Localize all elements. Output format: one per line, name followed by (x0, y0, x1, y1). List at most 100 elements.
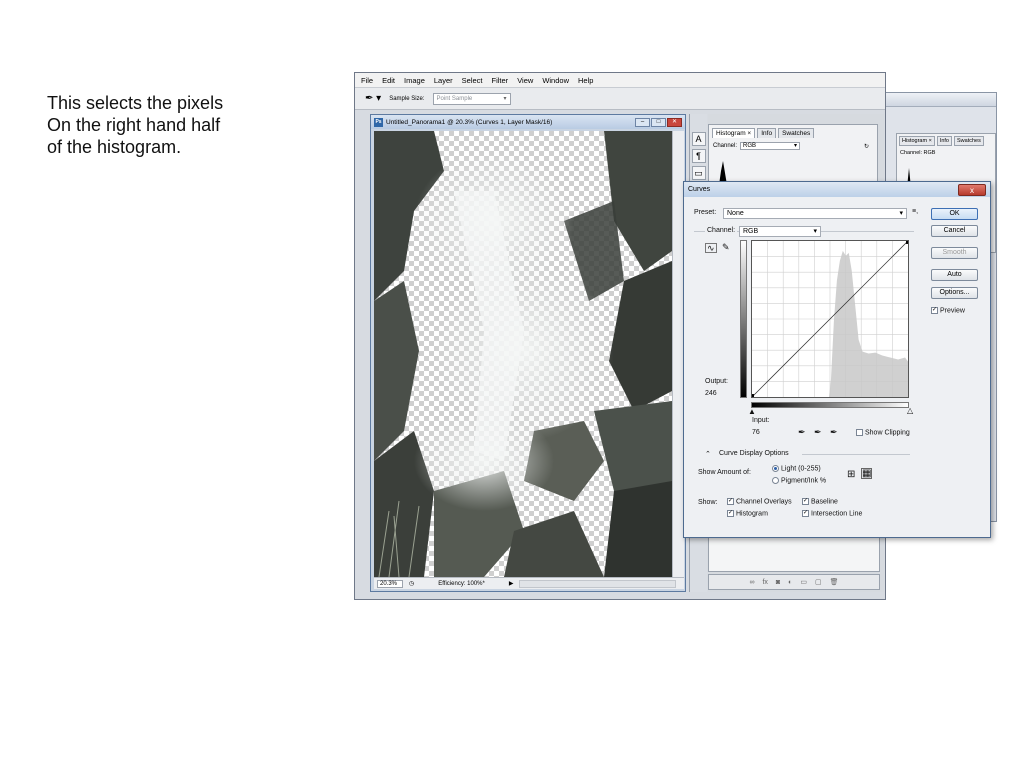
smooth-button[interactable]: Smooth (931, 247, 978, 259)
histogram-panel: Histogram × Info Swatches Channel: RGB ↻ (708, 124, 878, 185)
document-titlebar[interactable]: Ps Untitled_Panorama1 @ 20.3% (Curves 1,… (371, 115, 685, 129)
curves-channel-select[interactable]: RGB ▾ (739, 226, 821, 237)
zoom-field[interactable]: 20.3% (377, 579, 403, 588)
checkmark-icon: ✓ (727, 510, 734, 517)
photoshop-doc-icon: Ps (374, 117, 383, 127)
minimize-button[interactable]: – (635, 117, 650, 127)
intersection-line-label: Intersection Line (811, 510, 863, 518)
display-options-label: Curve Display Options (719, 450, 789, 457)
document-status-bar: 20.3% ◷ Efficiency: 100%* ▶ (374, 577, 684, 589)
collapse-toggle-icon[interactable]: ⌃ (705, 450, 711, 458)
white-point-slider-icon[interactable]: △ (907, 406, 913, 415)
mask-icon[interactable]: ◙ (776, 579, 780, 586)
curves-graph[interactable] (751, 240, 909, 398)
light-option-label: Light (0-255) (781, 465, 821, 473)
menu-view[interactable]: View (517, 76, 533, 85)
menu-image[interactable]: Image (404, 76, 425, 85)
input-label: Input: (752, 417, 770, 424)
waterfall-image (374, 131, 672, 577)
paragraph-panel-icon[interactable]: ¶ (691, 149, 706, 163)
checkbox-icon (856, 429, 863, 436)
channel-select[interactable]: RGB (740, 142, 801, 150)
menu-layer[interactable]: Layer (434, 76, 453, 85)
image-canvas[interactable] (374, 131, 672, 577)
baseline-checkbox[interactable]: ✓ Baseline (802, 498, 838, 505)
menu-window[interactable]: Window (542, 76, 569, 85)
simple-grid-icon[interactable]: ⊞ (847, 469, 855, 480)
preview-checkbox[interactable]: ✓ Preview (931, 307, 965, 314)
curves-titlebar[interactable]: Curves x (684, 182, 990, 197)
channel-label: Channel: (705, 227, 738, 234)
checkmark-icon: ✓ (931, 307, 938, 314)
curves-channel-value: RGB (743, 228, 759, 235)
document-window: Ps Untitled_Panorama1 @ 20.3% (Curves 1,… (370, 114, 686, 592)
channel-overlays-checkbox[interactable]: ✓ Channel Overlays (727, 498, 792, 505)
menu-help[interactable]: Help (578, 76, 593, 85)
options-bar: ✒ ▾ Sample Size: Point Sample (355, 88, 885, 110)
tab-histogram[interactable]: Histogram × (712, 128, 756, 138)
menu-file[interactable]: File (361, 76, 373, 85)
new-layer-icon[interactable]: ▢ (815, 578, 822, 586)
preview-label: Preview (940, 307, 965, 315)
baseline-label: Baseline (811, 498, 838, 506)
white-eyedropper-icon[interactable]: ✒ (830, 427, 838, 438)
tab-info[interactable]: Info (757, 128, 777, 138)
ok-button[interactable]: OK (931, 208, 978, 220)
fx-icon[interactable]: fx (762, 579, 767, 586)
input-value[interactable]: 76 (752, 429, 760, 436)
channel-overlays-label: Channel Overlays (736, 498, 792, 506)
preset-options-icon[interactable]: ≡, (912, 208, 918, 215)
panel-toggle-icon[interactable]: ▭ (691, 166, 706, 180)
layers-panel-footer: ∞ fx ◙ ◐ ▭ ▢ 🗑 (708, 574, 880, 590)
curves-close-button[interactable]: x (958, 183, 986, 196)
bg-tab-info[interactable]: Info (936, 136, 952, 146)
link-layers-icon[interactable]: ∞ (749, 579, 754, 586)
tab-swatches[interactable]: Swatches (778, 128, 815, 138)
show-amount-label: Show Amount of: (698, 469, 751, 476)
channel-label: Channel: (713, 143, 738, 149)
character-panel-icon[interactable]: A (691, 132, 706, 146)
auto-button[interactable]: Auto (931, 269, 978, 281)
preset-label: Preset: (694, 209, 717, 216)
bg-tab-histogram[interactable]: Histogram × (899, 136, 935, 146)
status-info-icon[interactable]: ◷ (409, 580, 414, 587)
status-menu-arrow-icon[interactable]: ▶ (509, 580, 514, 587)
preset-select[interactable]: None ▾ (723, 208, 907, 219)
output-value[interactable]: 246 (705, 390, 717, 397)
adjustment-icon[interactable]: ◐ (788, 579, 792, 586)
bg-tab-swatches[interactable]: Swatches (954, 136, 984, 146)
checkmark-icon: ✓ (802, 510, 809, 517)
light-radio[interactable]: Light (0-255) (772, 465, 821, 472)
curve-point-tool-icon[interactable]: ∿ (705, 243, 717, 253)
menu-select[interactable]: Select (462, 76, 483, 85)
gray-eyedropper-icon[interactable]: ✒ (814, 427, 822, 438)
close-button[interactable]: ✕ (667, 117, 682, 127)
histogram-checkbox[interactable]: ✓ Histogram (727, 510, 768, 517)
detailed-grid-icon[interactable]: ▦ (861, 468, 873, 479)
trash-icon[interactable]: 🗑 (830, 578, 839, 586)
histogram-label: Histogram (736, 510, 768, 518)
input-gradient-bar (751, 402, 909, 408)
horizontal-scrollbar[interactable] (519, 579, 676, 588)
caption-line: of the histogram. (47, 137, 182, 157)
show-clipping-checkbox[interactable]: Show Clipping (856, 429, 910, 436)
eyedropper-tool-icon[interactable]: ✒ ▾ (365, 93, 381, 104)
pencil-tool-icon[interactable]: ✎ (722, 242, 730, 253)
checkmark-icon: ✓ (727, 498, 734, 505)
sample-size-select[interactable]: Point Sample (432, 92, 511, 105)
intersection-line-checkbox[interactable]: ✓ Intersection Line (802, 510, 862, 517)
caption-line: This selects the pixels (47, 93, 224, 113)
group-icon[interactable]: ▭ (800, 578, 807, 586)
pigment-radio[interactable]: Pigment/Ink % (772, 477, 826, 484)
menu-filter[interactable]: Filter (492, 76, 509, 85)
options-button[interactable]: Options... (931, 287, 978, 299)
menu-edit[interactable]: Edit (382, 76, 395, 85)
black-point-slider-icon[interactable]: ▲ (748, 407, 756, 416)
cancel-button[interactable]: Cancel (931, 225, 978, 237)
chevron-down-icon: ▾ (813, 228, 817, 235)
refresh-icon[interactable]: ↻ (864, 143, 869, 150)
black-eyedropper-icon[interactable]: ✒ (798, 427, 806, 438)
curves-dialog: Curves x Preset: None ▾ ≡, Channel: RGB … (683, 181, 991, 538)
maximize-button[interactable]: □ (651, 117, 666, 127)
show-label: Show: (698, 499, 718, 506)
